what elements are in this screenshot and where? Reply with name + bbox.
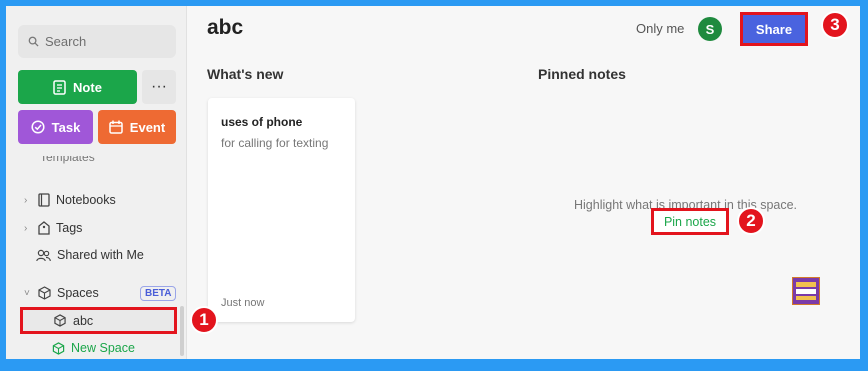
note-card[interactable]: uses of phone for calling for texting Ju… <box>208 98 355 322</box>
search-input[interactable]: Search <box>18 25 176 58</box>
search-icon <box>28 36 39 47</box>
chevron-right-icon[interactable]: › <box>24 195 32 206</box>
search-placeholder: Search <box>45 34 87 49</box>
annotation-badge-3: 3 <box>821 11 849 39</box>
watermark-logo-icon <box>796 282 816 300</box>
new-event-button[interactable]: Event <box>98 110 176 144</box>
watermark-logo <box>792 277 820 305</box>
note-card-title: uses of phone <box>221 115 303 129</box>
note-icon <box>53 79 66 95</box>
task-button-label: Task <box>51 119 81 135</box>
event-button-label: Event <box>129 119 166 135</box>
more-icon: ··· <box>151 78 167 95</box>
add-cube-icon <box>52 341 65 355</box>
task-check-icon <box>31 120 45 134</box>
new-space-button[interactable]: New Space <box>52 341 135 355</box>
sidebar: Search Note ··· Task Event Templates › N… <box>6 6 187 359</box>
page-title: abc <box>207 16 244 39</box>
more-options-button[interactable]: ··· <box>142 70 176 104</box>
chevron-right-icon[interactable]: › <box>24 223 32 234</box>
avatar[interactable]: S <box>698 17 722 41</box>
new-space-label: New Space <box>71 341 135 355</box>
app-window: Search Note ··· Task Event Templates › N… <box>6 6 860 359</box>
tags-label: Tags <box>56 221 83 235</box>
visibility-label[interactable]: Only me <box>636 21 684 36</box>
share-highlight: Share <box>740 12 808 46</box>
share-button[interactable]: Share <box>743 15 805 43</box>
shared-users-icon <box>36 249 51 261</box>
tag-icon <box>38 221 50 235</box>
sidebar-item-tags[interactable]: › Tags <box>24 218 82 238</box>
beta-badge: BETA <box>140 286 177 301</box>
sidebar-item-notebooks[interactable]: › Notebooks <box>24 190 116 210</box>
shared-label: Shared with Me <box>57 248 144 262</box>
sidebar-item-shared[interactable]: Shared with Me <box>36 245 144 265</box>
spaces-label: Spaces <box>57 286 99 300</box>
note-card-time: Just now <box>221 297 265 309</box>
new-task-button[interactable]: Task <box>18 110 93 144</box>
sidebar-item-spaces[interactable]: ˅ Spaces <box>24 283 99 303</box>
templates-label: Templates <box>40 156 95 164</box>
calendar-icon <box>109 120 123 134</box>
sidebar-item-templates[interactable]: Templates <box>40 156 95 164</box>
cube-icon <box>54 314 66 327</box>
space-item-abc[interactable]: abc <box>20 307 177 334</box>
note-card-body: for calling for texting <box>221 136 329 150</box>
space-label: abc <box>73 313 94 328</box>
notebooks-label: Notebooks <box>56 193 116 207</box>
chevron-down-icon[interactable]: ˅ <box>24 288 32 299</box>
notebook-icon <box>38 193 50 207</box>
pin-notes-button[interactable]: Pin notes <box>651 208 729 235</box>
pin-notes-label: Pin notes <box>663 214 717 229</box>
whats-new-heading: What's new <box>207 66 284 82</box>
cube-icon <box>38 286 51 300</box>
new-note-button[interactable]: Note <box>18 70 137 104</box>
annotation-badge-2: 2 <box>737 207 765 235</box>
share-label: Share <box>755 21 793 37</box>
sidebar-scrollbar[interactable] <box>180 306 184 356</box>
annotation-badge-1: 1 <box>190 306 218 334</box>
pinned-notes-heading: Pinned notes <box>538 66 626 82</box>
note-button-label: Note <box>73 79 102 95</box>
